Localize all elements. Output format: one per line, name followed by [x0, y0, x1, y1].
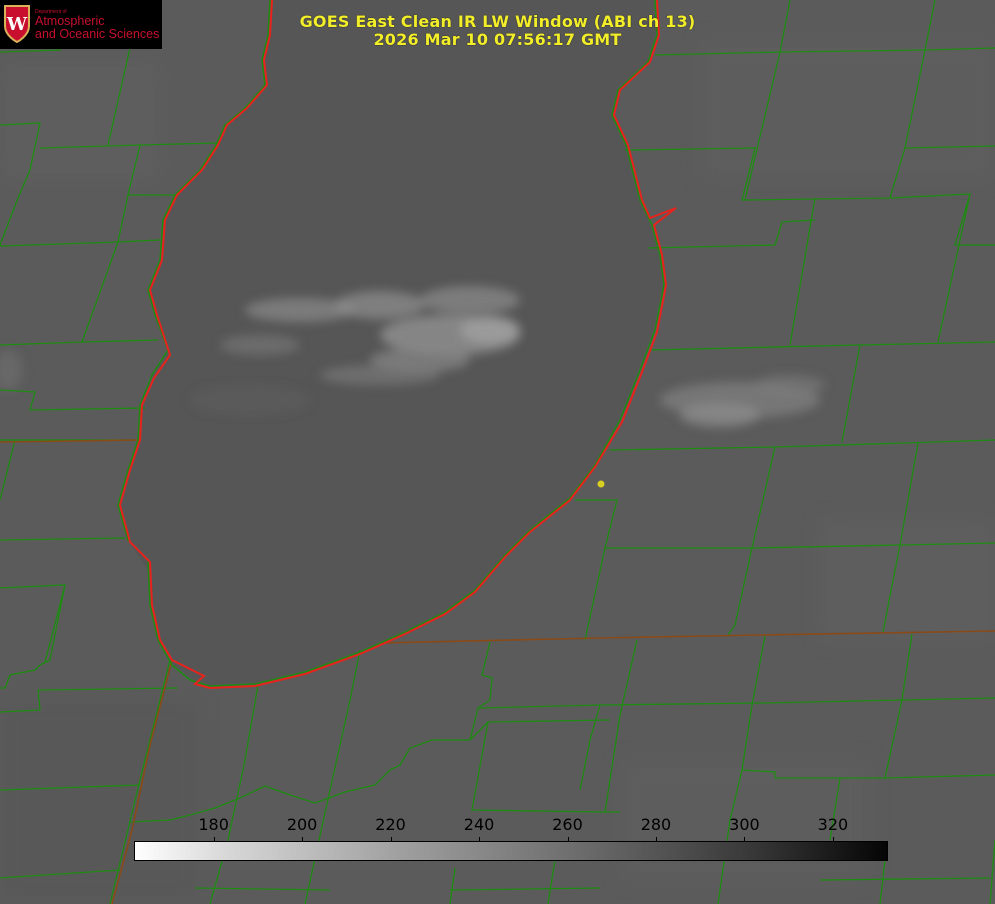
- colorbar-tick-mark: [213, 837, 215, 842]
- colorbar-tick-label: 260: [552, 815, 583, 834]
- logo-name-line1: Atmospheric: [35, 14, 105, 28]
- colorbar-tick-mark: [567, 837, 569, 842]
- colorbar-tick-label: 220: [375, 815, 406, 834]
- location-marker-icon: [597, 480, 605, 488]
- logo-name-line2: and Oceanic Sciences: [35, 27, 160, 41]
- satellite-map: [0, 0, 995, 904]
- colorbar-tick-mark: [302, 837, 304, 842]
- colorbar-tick-label: 200: [286, 815, 318, 834]
- colorbar-tick-mark: [832, 837, 834, 842]
- colorbar-tick-mark: [655, 837, 657, 842]
- colorbar-tick-label: 240: [463, 815, 495, 834]
- colorbar-tick-label: 320: [817, 815, 849, 834]
- colorbar-tick-mark: [479, 837, 481, 842]
- uw-crest-icon: W: [4, 5, 30, 44]
- colorbar-tick-label: 180: [198, 815, 229, 834]
- colorbar-tick-label: 300: [729, 815, 760, 834]
- svg-text:W: W: [6, 14, 28, 35]
- colorbar-tick-mark: [744, 837, 746, 842]
- colorbar-tick-label: 280: [640, 815, 672, 834]
- aos-logo: W Department of Atmospheric and Oceanic …: [0, 0, 162, 49]
- colorbar: [134, 841, 888, 861]
- colorbar-tick-mark: [390, 837, 392, 842]
